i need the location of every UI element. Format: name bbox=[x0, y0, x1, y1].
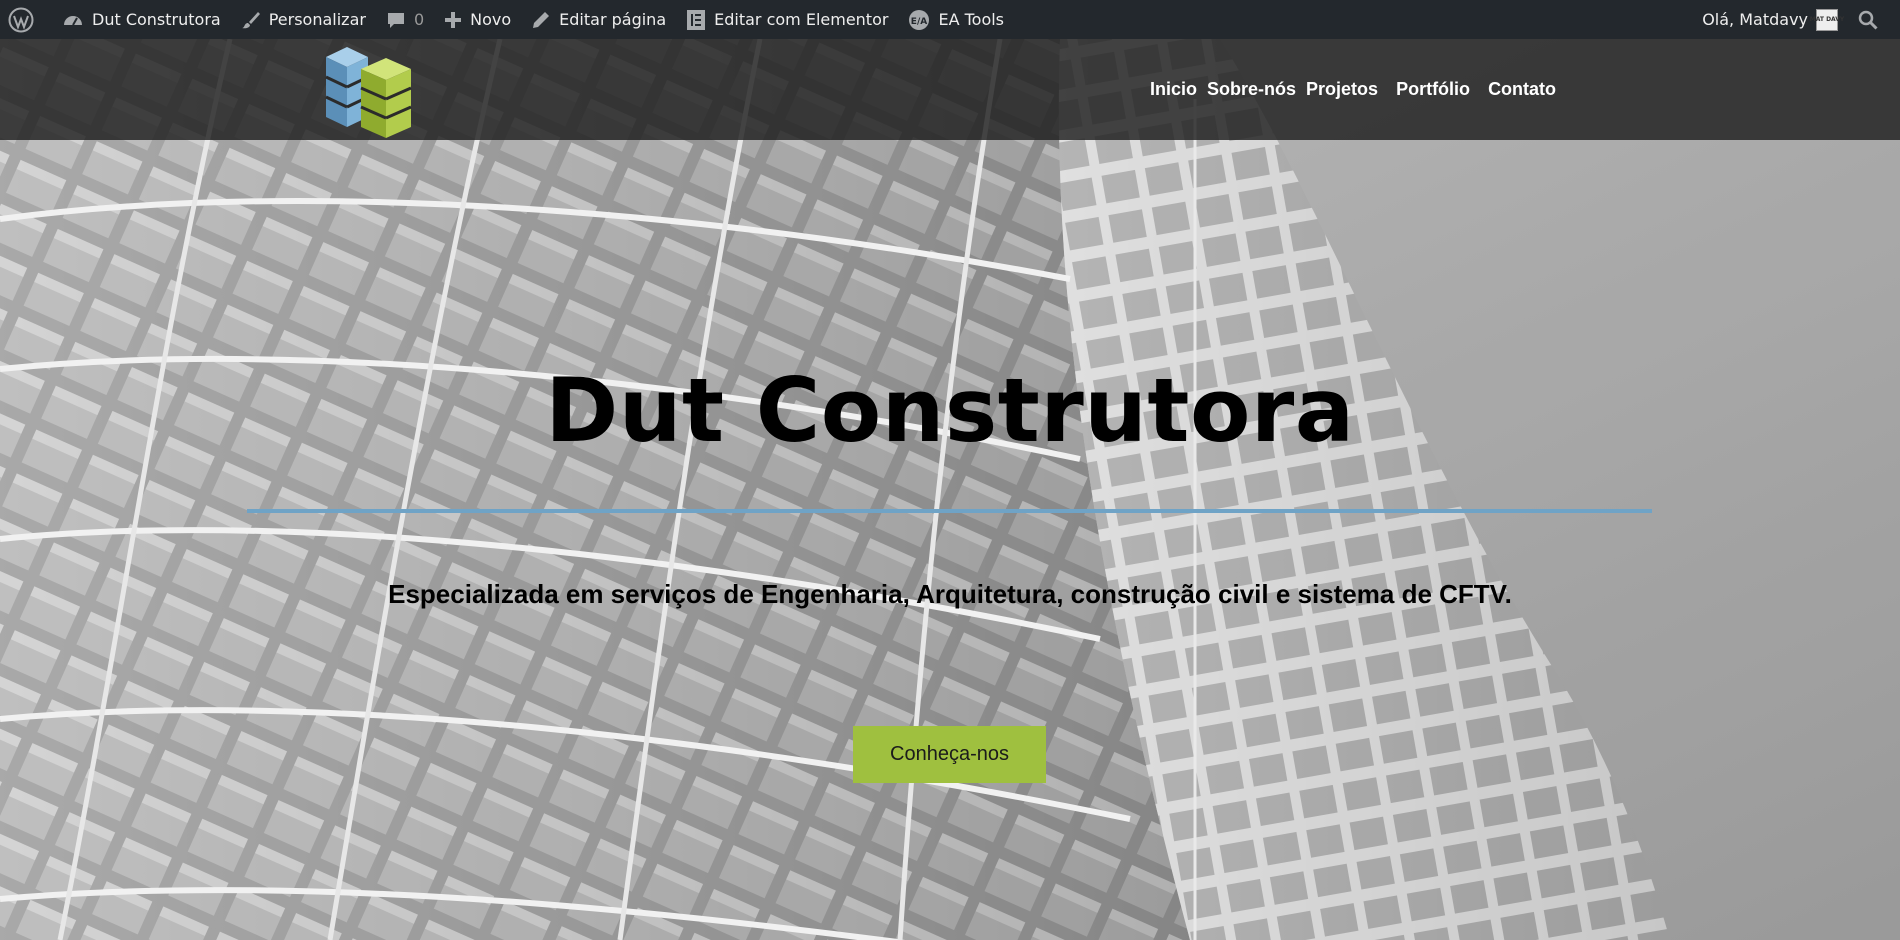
nav-item-portfolio[interactable]: Portfólio bbox=[1396, 79, 1470, 100]
new-content-menu[interactable]: Novo bbox=[434, 0, 521, 39]
svg-text:E/A: E/A bbox=[911, 17, 927, 27]
my-account-menu[interactable]: Olá, Matdavy MAT DAVY bbox=[1692, 0, 1848, 39]
cta-button[interactable]: Conheça-nos bbox=[853, 726, 1046, 783]
new-label: Novo bbox=[470, 10, 512, 29]
nav-item-inicio[interactable]: Inicio bbox=[1150, 79, 1197, 100]
hero-title: Dut Construtora bbox=[545, 359, 1355, 462]
wp-admin-bar: Dut Construtora Personalizar 0 Novo Edit… bbox=[0, 0, 1900, 39]
search-toggle[interactable] bbox=[1848, 0, 1900, 39]
company-logo[interactable] bbox=[323, 43, 413, 139]
comments-count: 0 bbox=[413, 10, 425, 29]
site-name-menu[interactable]: Dut Construtora bbox=[52, 0, 231, 39]
wp-logo-menu[interactable] bbox=[0, 0, 52, 39]
hero-tagline: Especializada em serviços de Engenharia,… bbox=[388, 579, 1512, 609]
main-nav: Inicio Sobre-nós Projetos Portfólio Cont… bbox=[1150, 79, 1566, 100]
building-background-image bbox=[0, 39, 1900, 940]
nav-item-projetos[interactable]: Projetos bbox=[1306, 79, 1378, 100]
pencil-icon bbox=[533, 11, 550, 28]
site-name-label: Dut Construtora bbox=[92, 10, 221, 29]
edit-elementor-label: Editar com Elementor bbox=[714, 10, 889, 29]
gauge-icon bbox=[64, 15, 82, 25]
nav-item-sobre-nos[interactable]: Sobre-nós bbox=[1207, 79, 1296, 100]
customize-link[interactable]: Personalizar bbox=[231, 0, 376, 39]
hero-section: Inicio Sobre-nós Projetos Portfólio Cont… bbox=[0, 39, 1900, 940]
ea-tools-icon: E/A bbox=[909, 9, 930, 30]
edit-page-label: Editar página bbox=[559, 10, 667, 29]
customize-label: Personalizar bbox=[268, 10, 366, 29]
ea-tools-menu[interactable]: E/A EA Tools bbox=[898, 0, 1014, 39]
edit-page-link[interactable]: Editar página bbox=[521, 0, 676, 39]
elementor-icon bbox=[687, 9, 706, 30]
wordpress-logo-icon bbox=[8, 7, 34, 32]
comment-bubble-icon bbox=[387, 12, 404, 28]
nav-item-contato[interactable]: Contato bbox=[1488, 79, 1556, 100]
site-header: Inicio Sobre-nós Projetos Portfólio Cont… bbox=[0, 39, 1900, 140]
greeting-label: Olá, Matdavy bbox=[1702, 10, 1808, 29]
edit-elementor-link[interactable]: Editar com Elementor bbox=[676, 0, 898, 39]
search-icon bbox=[1858, 10, 1878, 30]
logo-green-blocks bbox=[360, 58, 412, 138]
plus-icon bbox=[445, 11, 462, 28]
comments-link[interactable]: 0 bbox=[376, 0, 434, 39]
paintbrush-icon bbox=[241, 11, 260, 28]
hero-divider bbox=[247, 509, 1652, 513]
avatar: MAT DAVY bbox=[1810, 8, 1844, 31]
ea-tools-label: EA Tools bbox=[938, 10, 1005, 29]
